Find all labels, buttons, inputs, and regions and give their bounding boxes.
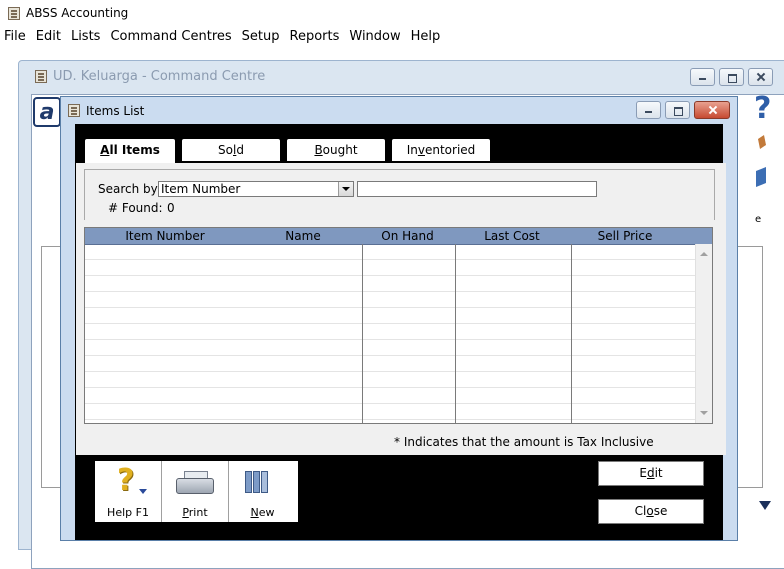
items-list-content: Search by: Item Number # Found: 0 Item N… (76, 163, 726, 455)
app-title: ABSS Accounting (26, 6, 129, 20)
menu-bar: File Edit Lists Command Centres Setup Re… (0, 26, 784, 48)
tab-sold[interactable]: Sold (181, 138, 281, 161)
window-left-border (61, 124, 75, 540)
cc-maximize-button[interactable] (719, 68, 744, 86)
cc-minimize-button[interactable] (690, 68, 715, 86)
menu-setup[interactable]: Setup (237, 26, 285, 48)
items-list-window-buttons (636, 101, 730, 119)
command-centre-title: UD. Keluarga - Command Centre (53, 68, 266, 84)
menu-lists[interactable]: Lists (66, 26, 106, 48)
scroll-down-arrow-icon[interactable] (759, 501, 771, 510)
command-centre-side-icon (756, 135, 766, 187)
printer-icon (176, 471, 214, 495)
menu-help[interactable]: Help (406, 26, 446, 48)
close-window-button[interactable] (694, 101, 730, 119)
search-area: Search by: Item Number # Found: 0 (84, 169, 715, 220)
table-scrollbar[interactable] (695, 244, 712, 423)
scroll-down-icon[interactable] (700, 411, 708, 415)
app-title-bar: ABSS Accounting (0, 0, 784, 26)
scroll-up-icon[interactable] (700, 252, 708, 256)
tab-bought[interactable]: Bought (286, 138, 386, 161)
column-divider (362, 244, 363, 423)
help-icon: ? (117, 463, 148, 498)
menu-command-centres[interactable]: Command Centres (105, 26, 236, 48)
new-label: New (250, 506, 275, 519)
column-divider (571, 244, 572, 423)
abss-logo-icon: a (33, 97, 61, 127)
command-centre-side-label: e (755, 214, 762, 225)
app-icon (8, 6, 20, 20)
found-count: 0 (167, 201, 175, 215)
command-centre-icon (35, 69, 47, 83)
new-item-icon (245, 469, 275, 493)
column-last-cost[interactable]: Last Cost (454, 228, 570, 244)
maximize-button[interactable] (665, 101, 690, 119)
command-centre-titlebar: UD. Keluarga - Command Centre (19, 61, 784, 91)
help-label: Help F1 (107, 506, 149, 519)
column-name[interactable]: Name (245, 228, 361, 244)
help-button[interactable]: ? Help F1 (95, 461, 162, 522)
search-by-dropdown[interactable]: Item Number (158, 181, 354, 197)
help-question-icon[interactable]: ? (754, 91, 771, 126)
command-centre-window-buttons (690, 68, 773, 86)
print-button[interactable]: Print (162, 461, 229, 522)
menu-file[interactable]: File (0, 26, 31, 48)
new-button[interactable]: New (229, 461, 296, 522)
found-label: # Found: (108, 201, 163, 215)
menu-edit[interactable]: Edit (31, 26, 66, 48)
items-list-window: Items List All Items Sold Bought Invento… (60, 96, 738, 541)
search-input[interactable] (357, 181, 597, 197)
cc-close-button[interactable] (748, 68, 773, 86)
search-by-label: Search by: (98, 182, 161, 196)
column-sell-price[interactable]: Sell Price (570, 228, 680, 244)
close-button[interactable]: Close (598, 499, 704, 524)
edit-button[interactable]: Edit (598, 461, 704, 486)
minimize-button[interactable] (636, 101, 661, 119)
chevron-down-icon[interactable] (338, 182, 353, 196)
column-on-hand[interactable]: On Hand (361, 228, 454, 244)
tab-inventoried[interactable]: Inventoried (391, 138, 491, 161)
search-by-value: Item Number (161, 182, 241, 196)
items-list-icon (68, 104, 80, 117)
items-table-header: Item Number Name On Hand Last Cost Sell … (85, 228, 712, 245)
column-item-number[interactable]: Item Number (85, 228, 245, 244)
menu-reports[interactable]: Reports (285, 26, 345, 48)
menu-window[interactable]: Window (344, 26, 405, 48)
tab-all-items[interactable]: All Items (84, 138, 176, 164)
column-divider (455, 244, 456, 423)
items-table-body[interactable] (85, 244, 712, 423)
items-list-title: Items List (86, 103, 145, 118)
print-label: Print (182, 506, 208, 519)
bottom-toolbar: ? Help F1 Print New (95, 461, 298, 522)
tax-inclusive-footnote: * Indicates that the amount is Tax Inclu… (394, 435, 654, 449)
items-table[interactable]: Item Number Name On Hand Last Cost Sell … (84, 227, 713, 424)
